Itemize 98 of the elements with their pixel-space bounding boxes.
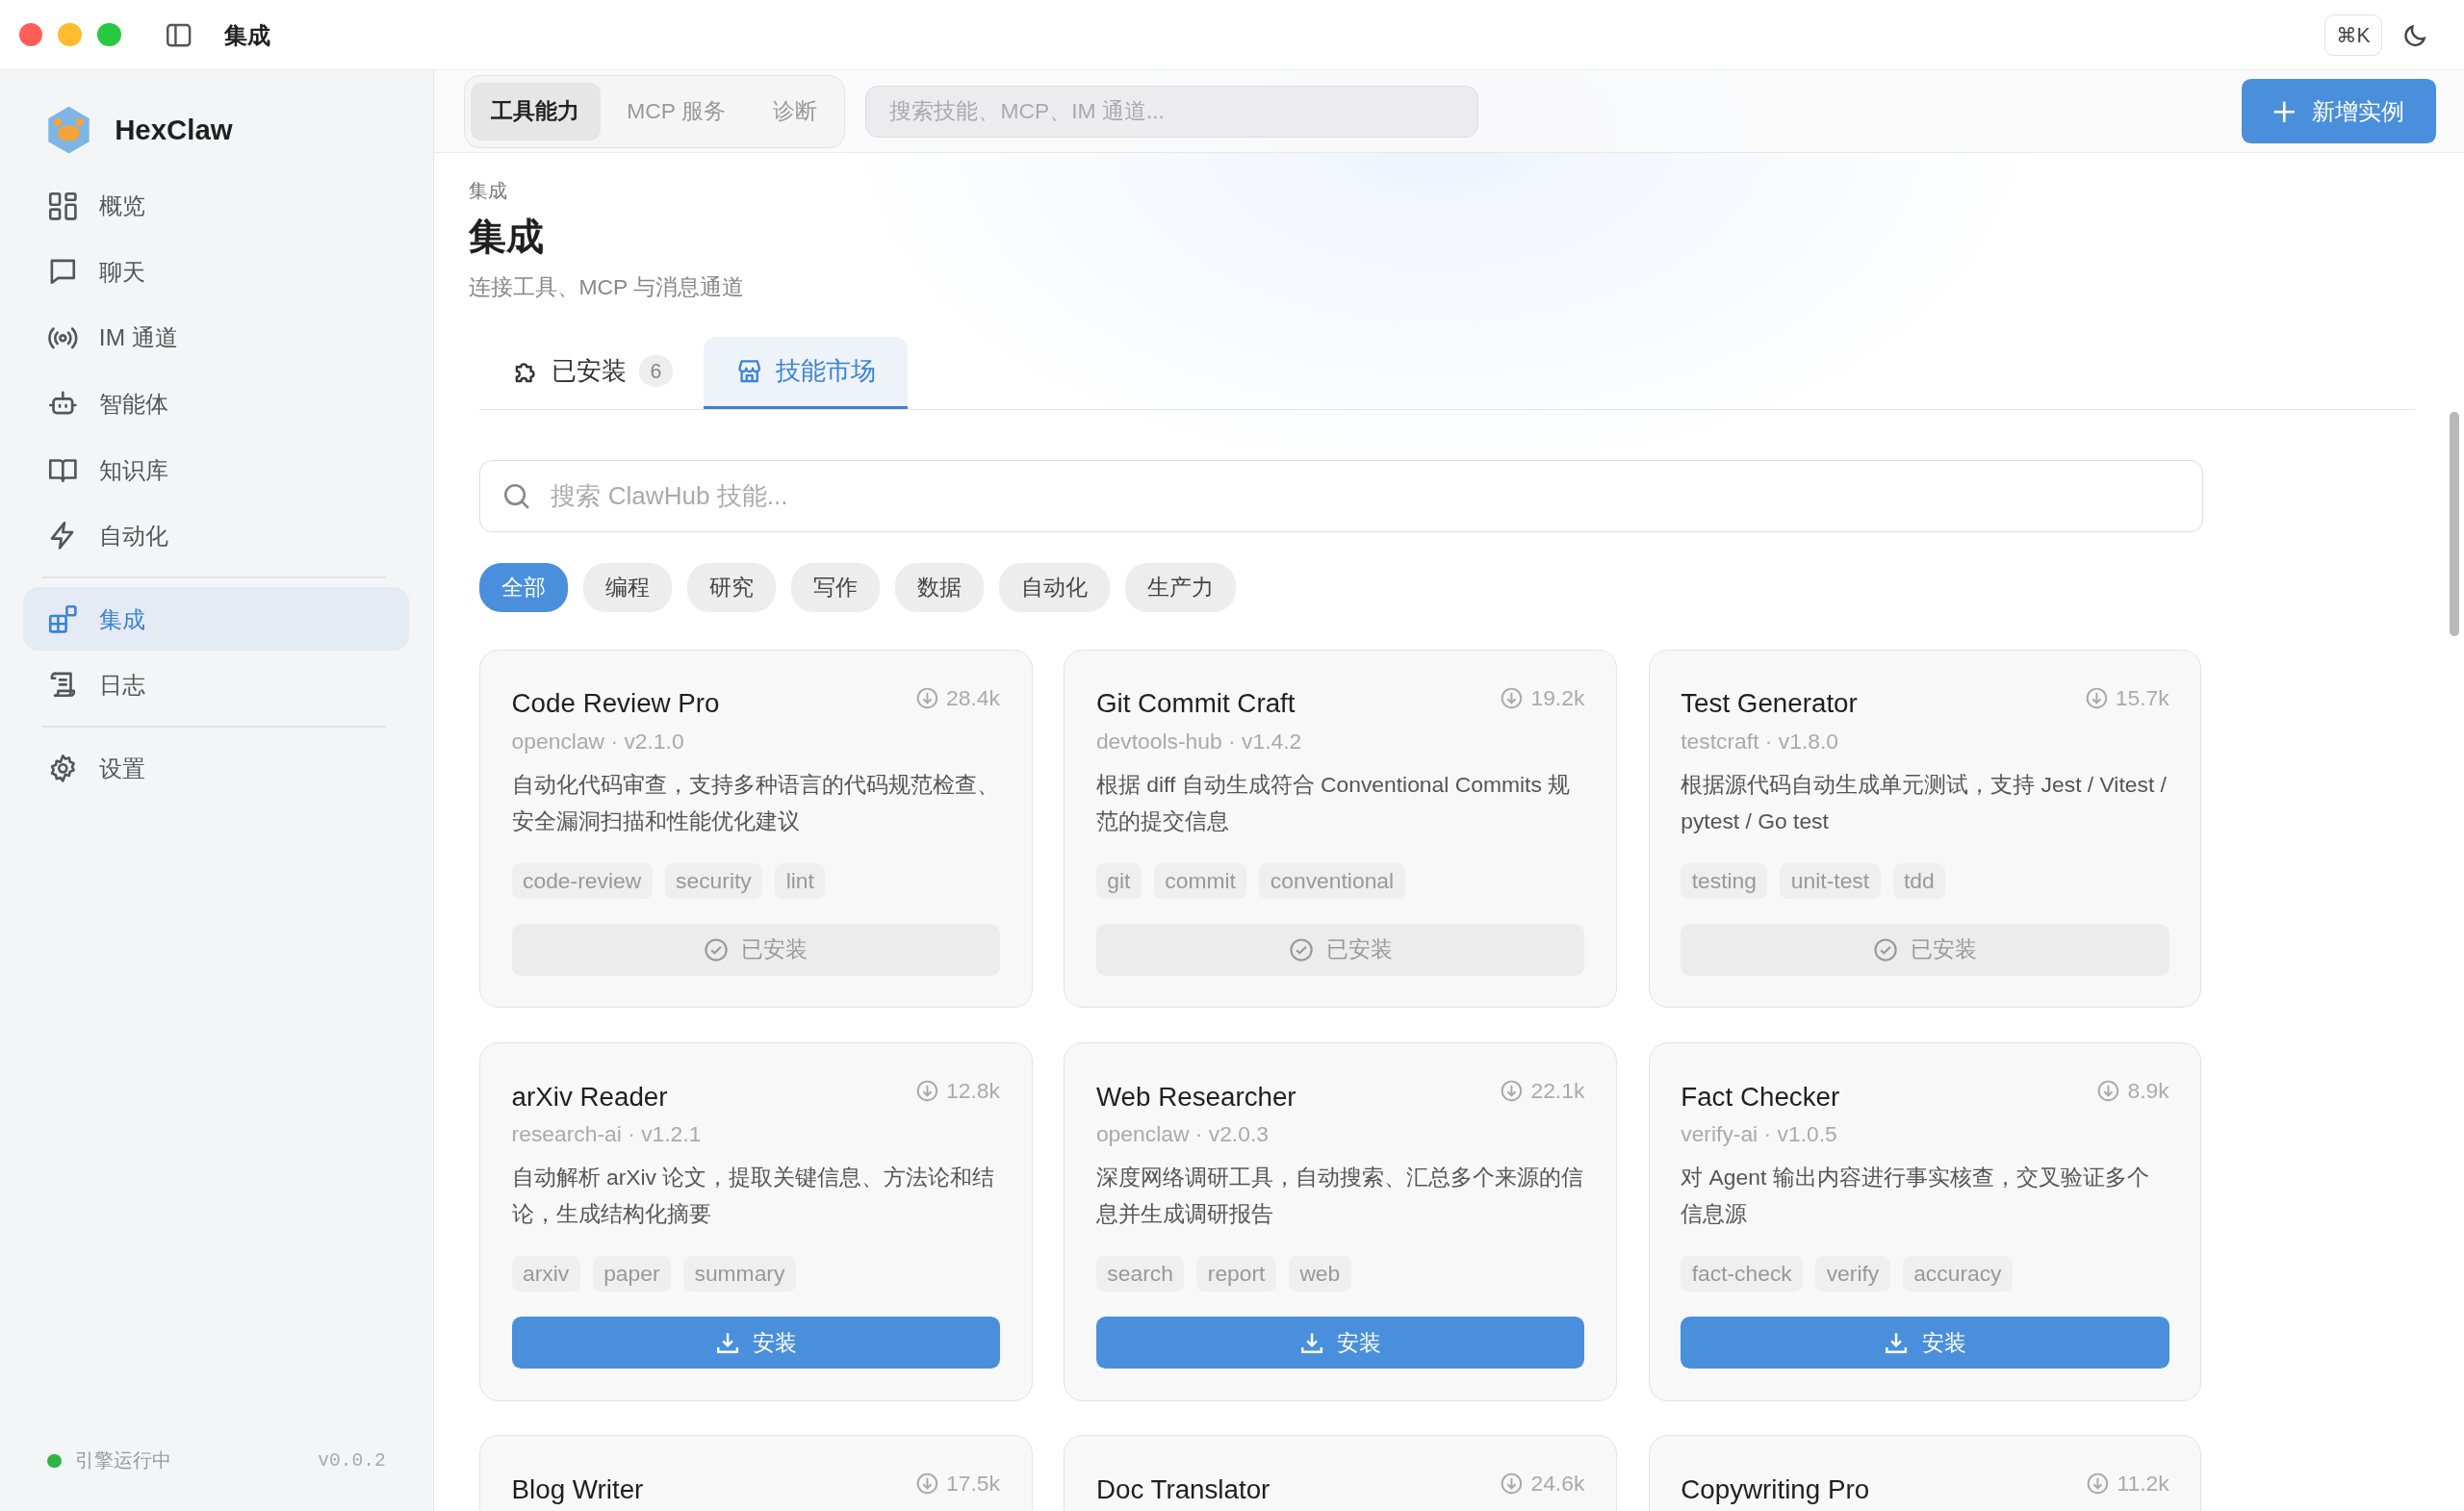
skill-tag: paper (592, 1255, 671, 1292)
tab-label: 已安装 (552, 355, 627, 388)
breadcrumb: 集成 (468, 179, 508, 204)
close-button[interactable] (18, 23, 43, 47)
nav-item[interactable]: IM 通道 (23, 306, 410, 370)
skill-tag: testing (1681, 862, 1768, 899)
skill-description: 深度网络调研工具，自动搜索、汇总多个来源的信息并生成调研报告 (1095, 1164, 1584, 1228)
skill-description: 根据源代码自动生成单元测试，支持 Jest / Vitest / pytest / Go test (1681, 771, 2168, 835)
skill-meta: research-ai · v1.2.1 (511, 1121, 703, 1148)
skill-tag: search (1095, 1255, 1185, 1292)
tab-label: 技能市场 (776, 355, 877, 388)
download-count: 11.2k (2117, 1471, 2169, 1498)
download-icon (916, 1080, 938, 1103)
skill-tag: accuracy (1902, 1255, 2013, 1292)
download-count: 19.2k (1530, 685, 1585, 712)
count-badge: 6 (639, 354, 673, 388)
filter-chip[interactable]: 自动化 (998, 563, 1110, 613)
skill-meta: testcraft · v1.8.0 (1681, 729, 1839, 756)
download-count: 28.4k (946, 685, 1000, 712)
nav-item[interactable]: 概览 (23, 174, 410, 238)
download-count: 17.5k (946, 1471, 1000, 1498)
download-icon (1501, 1080, 1524, 1103)
nav-item[interactable]: 设置 (23, 736, 410, 800)
skill-description: 自动化代码审查，支持多种语言的代码规范检查、安全漏洞扫描和性能优化建议 (511, 771, 1000, 835)
check-circle-icon (1872, 936, 1898, 962)
nav-item[interactable]: 知识库 (23, 438, 410, 501)
download-count: 8.9k (2127, 1078, 2169, 1105)
filter-chip[interactable]: 写作 (790, 563, 880, 613)
skill-tag: verify (1815, 1255, 1890, 1292)
skill-name: arXiv Reader (511, 1081, 668, 1113)
filter-chip[interactable]: 研究 (686, 563, 776, 613)
skill-name: Web Researcher (1095, 1081, 1296, 1113)
skill-tag: code-review (511, 862, 653, 899)
skill-tag: tdd (1892, 862, 1946, 899)
download-count: 12.8k (946, 1078, 1000, 1105)
skill-name: Fact Checker (1681, 1081, 1840, 1113)
skill-tag: report (1196, 1255, 1276, 1292)
skill-meta: verify-ai · v1.0.5 (1681, 1121, 1838, 1148)
download-count: 22.1k (1530, 1078, 1585, 1105)
download-icon (2087, 1473, 2110, 1496)
skill-tag: summary (683, 1255, 796, 1292)
grid-icon (46, 190, 79, 222)
download-icon (2085, 687, 2108, 710)
download-icon (1501, 1473, 1524, 1496)
zoom-button[interactable] (97, 23, 121, 47)
skill-meta: openclaw · v2.1.0 (511, 729, 685, 756)
skill-name: Test Generator (1681, 688, 1858, 720)
tab[interactable]: 技能市场 (704, 336, 909, 409)
tab[interactable]: 已安装 6 (478, 336, 705, 409)
skill-tag: lint (775, 862, 826, 899)
search-field[interactable]: 搜索技能、MCP、IM 通道... (864, 85, 1478, 138)
skill-meta: devtools-hub · v1.4.2 (1095, 729, 1303, 756)
minimize-button[interactable] (58, 23, 82, 47)
skill-name: Copywriting Pro (1681, 1473, 1870, 1505)
skill-search-field[interactable]: 搜索 ClawHub 技能... (478, 459, 2203, 532)
skill-description: 对 Agent 输出内容进行事实核查，交叉验证多个信息源 (1681, 1164, 2150, 1228)
filter-chip[interactable]: 数据 (894, 563, 984, 613)
filter-chip[interactable]: 编程 (582, 563, 672, 613)
scrollbar-thumb[interactable] (2450, 411, 2460, 637)
download-icon (916, 687, 938, 710)
blocks-icon (46, 602, 79, 635)
segment-tab[interactable]: 工具能力 (471, 82, 601, 141)
skill-tag: conventional (1259, 862, 1405, 899)
skill-tag: web (1288, 1255, 1351, 1292)
skill-description: 根据 diff 自动生成符合 Conventional Commits 规范的提交信息 (1095, 771, 1572, 835)
skill-name: Blog Writer (511, 1473, 644, 1505)
page-title: 集成 (468, 215, 545, 259)
engine-status: 引擎运行中 (75, 1448, 172, 1473)
check-circle-icon (704, 936, 730, 962)
download-count: 15.7k (2115, 685, 2169, 712)
skill-meta: openclaw · v2.0.3 (1095, 1121, 1270, 1148)
nav-item[interactable]: 智能体 (23, 371, 410, 436)
skill-description: 自动解析 arXiv 论文，提取关键信息、方法论和结论，生成结构化摘要 (511, 1164, 996, 1228)
skill-tag: commit (1153, 862, 1247, 899)
download-icon (916, 1473, 938, 1496)
skill-tag: git (1095, 862, 1142, 899)
filter-chip[interactable]: 生产力 (1124, 563, 1236, 613)
shortcut-button[interactable]: ⌘K (2323, 13, 2383, 56)
skill-tag: security (664, 862, 763, 899)
search-icon (502, 481, 531, 510)
download-icon (2097, 1080, 2120, 1103)
check-circle-icon (1288, 936, 1314, 962)
nav-item[interactable]: 聊天 (23, 240, 410, 304)
nav-item[interactable]: 日志 (23, 653, 410, 717)
skill-name: Git Commit Craft (1095, 688, 1296, 720)
plus-icon (2272, 99, 2297, 124)
download-count: 24.6k (1530, 1471, 1585, 1498)
skill-tag: unit-test (1780, 862, 1881, 899)
app-name: HexClaw (115, 114, 233, 147)
skill-name: Code Review Pro (511, 688, 720, 720)
window-title: 集成 (224, 20, 271, 50)
skill-tag: arxiv (511, 1255, 580, 1292)
nav-item[interactable]: 自动化 (23, 503, 410, 568)
skill-tag: fact-check (1681, 1255, 1804, 1292)
download-icon (1501, 687, 1524, 710)
skill-name: Doc Translator (1095, 1473, 1270, 1505)
version-label: v0.0.2 (318, 1449, 386, 1472)
page-subtitle: 连接工具、MCP 与消息通道 (468, 272, 746, 301)
